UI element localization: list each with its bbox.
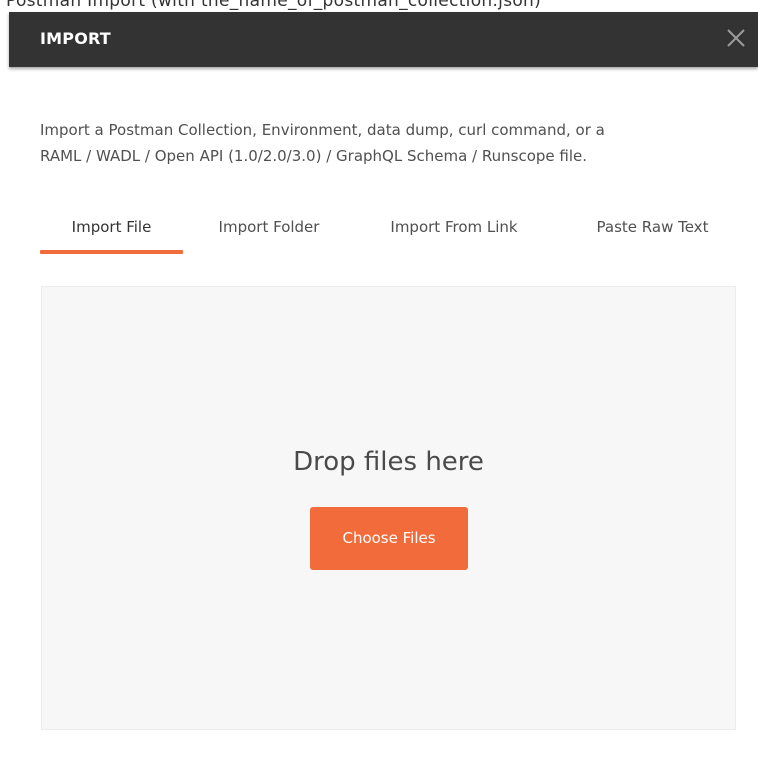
description-line-2: RAML / WADL / Open API (1.0/2.0/3.0) / G… (40, 147, 588, 165)
top-caption-text: Postman Import (with the_name_of_postman… (6, 0, 542, 11)
close-icon (727, 29, 745, 47)
file-dropzone[interactable]: Drop files here Choose Files (41, 286, 736, 730)
choose-files-button[interactable]: Choose Files (310, 507, 468, 570)
tab-import-file[interactable]: Import File (40, 212, 183, 256)
import-description: Import a Postman Collection, Environment… (40, 117, 730, 169)
tab-label: Import Folder (218, 218, 320, 236)
active-tab-indicator (40, 250, 183, 254)
tab-import-folder[interactable]: Import Folder (199, 212, 339, 256)
drop-files-text: Drop files here (293, 447, 484, 477)
tab-label: Import File (71, 218, 152, 236)
tab-paste-raw-text[interactable]: Paste Raw Text (570, 212, 735, 256)
close-button[interactable] (722, 24, 750, 52)
modal-header: IMPORT (9, 12, 758, 67)
tab-import-from-link[interactable]: Import From Link (369, 212, 539, 256)
description-line-1: Import a Postman Collection, Environment… (40, 121, 605, 139)
tab-label: Import From Link (390, 218, 518, 236)
tab-label: Paste Raw Text (596, 218, 709, 236)
top-caption-strip: Postman Import (with the_name_of_postman… (0, 0, 758, 12)
import-tabs: Import File Import Folder Import From Li… (40, 212, 740, 256)
modal-title: IMPORT (40, 29, 111, 48)
import-modal: IMPORT Import a Postman Collection, Envi… (9, 12, 758, 759)
